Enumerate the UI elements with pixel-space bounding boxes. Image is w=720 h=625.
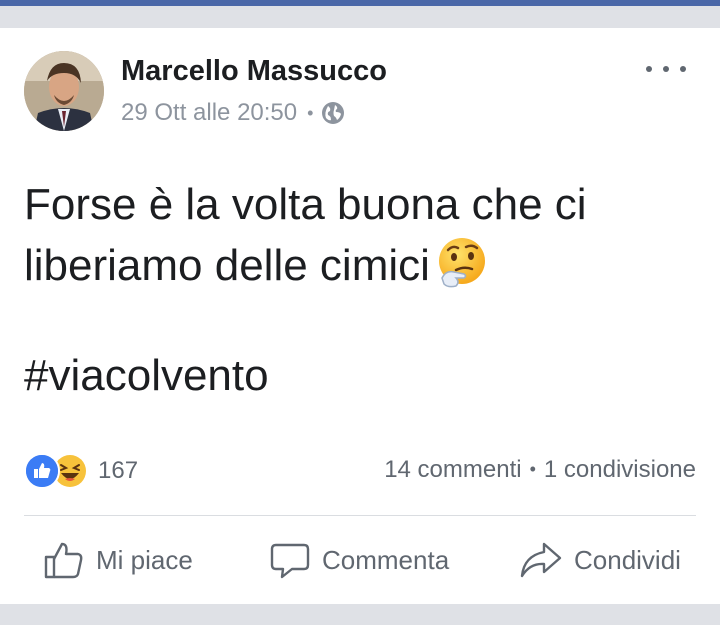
post-timestamp[interactable]: 29 Ott alle 20:50 [121,99,297,127]
share-label: Condividi [574,544,681,575]
author-name[interactable]: Marcello Massucco [121,55,387,88]
post-text: Forse è la volta buona che ci liberiamo … [24,174,704,296]
comment-bubble-icon [270,543,310,579]
shares-count-link[interactable]: 1 condivisione [544,456,696,483]
comment-button[interactable]: Commenta [270,535,449,585]
reactions-summary[interactable]: 167 [24,453,138,489]
dot-icon [646,66,652,72]
post-text-line: liberiamo delle cimici [24,235,704,296]
like-reaction-icon [24,453,60,489]
more-options-button[interactable] [646,62,686,76]
post-text-line: Forse è la volta buona che ci [24,180,587,229]
comments-count-link[interactable]: 14 commenti [384,456,521,483]
avatar[interactable] [24,51,104,131]
divider [24,515,696,516]
post-stats: 14 commenti • 1 condivisione [384,456,696,484]
comment-label: Commenta [322,544,450,575]
globe-icon [321,101,345,125]
dot-icon [680,66,686,72]
share-arrow-icon [520,542,562,578]
meta-separator: • [307,102,314,123]
dot-icon [663,66,669,72]
top-bar [0,0,720,6]
like-button[interactable]: Mi piace [44,535,193,585]
thinking-face-emoji-icon [436,236,488,288]
thumbs-up-icon [44,542,83,579]
post-card: Marcello Massucco 29 Ott alle 20:50 • Fo… [0,28,720,604]
post-text-line-content: liberiamo delle cimici [24,241,430,290]
hashtag-link[interactable]: #viacolvento [24,351,269,401]
post-meta: 29 Ott alle 20:50 • [121,99,345,127]
share-button[interactable]: Condividi [520,535,681,585]
reaction-count: 167 [98,457,139,484]
stats-separator: • [529,459,536,479]
like-label: Mi piace [96,544,193,575]
